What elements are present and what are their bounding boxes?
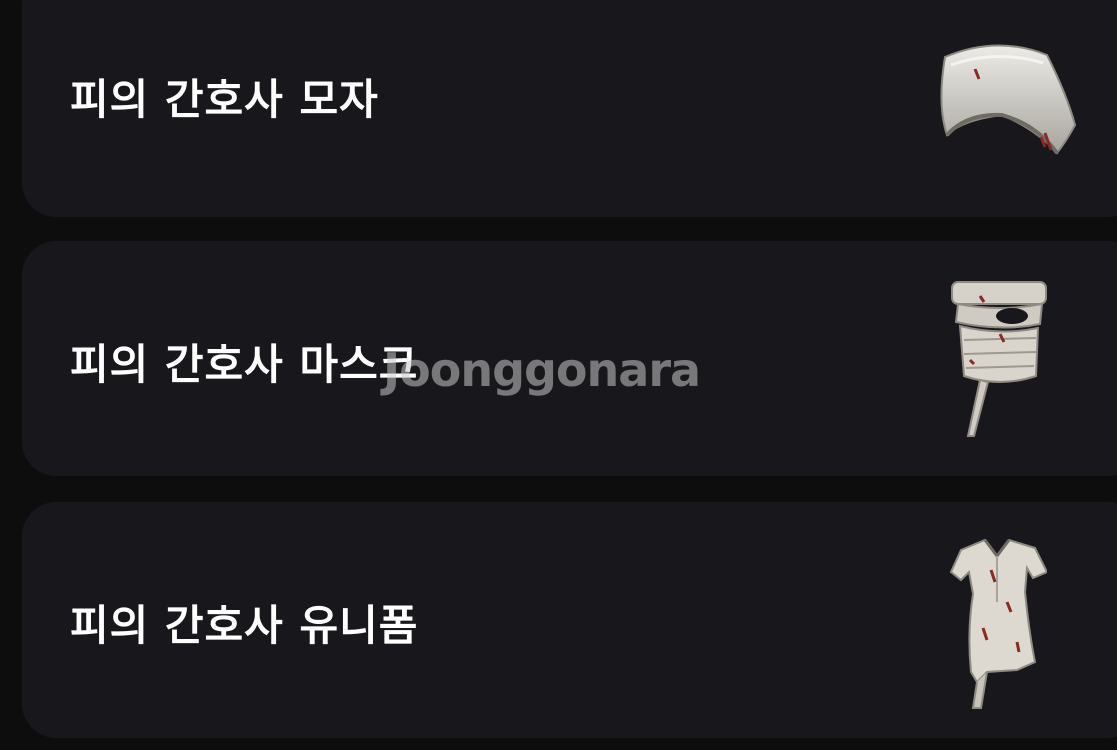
item-title: 피의 간호사 마스크 [70, 340, 419, 389]
item-title: 피의 간호사 모자 [70, 75, 379, 124]
nurse-uniform-icon [949, 538, 1047, 709]
item-card-nurse-hat[interactable]: 피의 간호사 모자 [22, 0, 1117, 217]
nurse-hat-icon [940, 44, 1077, 155]
bandage-mask-icon [951, 281, 1047, 437]
item-title: 피의 간호사 유니폼 [70, 601, 419, 650]
item-card-nurse-mask[interactable]: 피의 간호사 마스크 [22, 241, 1117, 476]
item-card-nurse-uniform[interactable]: 피의 간호사 유니폼 [22, 502, 1117, 738]
